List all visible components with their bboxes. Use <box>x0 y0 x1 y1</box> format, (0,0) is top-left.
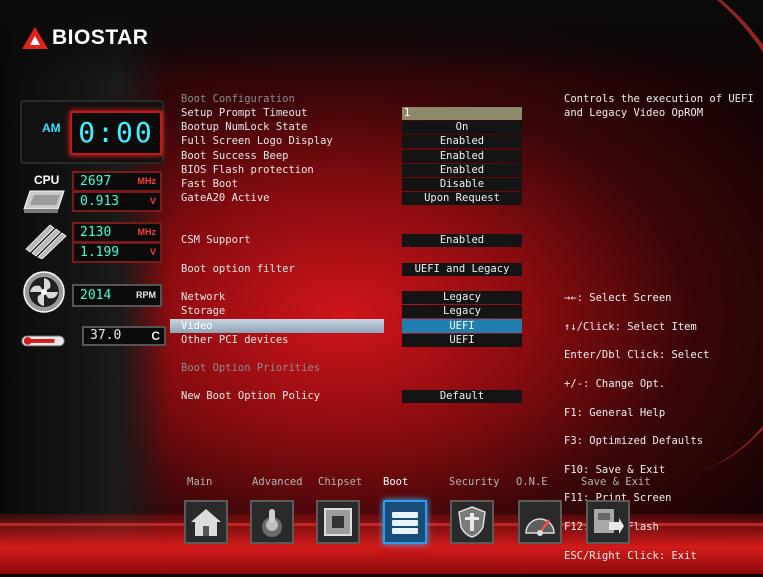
network-value[interactable]: Legacy <box>402 291 522 304</box>
tab-one[interactable]: O.N.E <box>516 476 548 488</box>
boot-configuration-header: Boot Configuration <box>181 93 295 105</box>
help-key-item: +/-: Change Opt. <box>564 378 666 391</box>
tab-main[interactable]: Main <box>187 476 212 488</box>
fan-speed-display: 2014 RPM <box>72 284 162 307</box>
memory-frequency-unit: MHz <box>137 227 157 237</box>
tab-advanced[interactable]: Advanced <box>252 476 303 488</box>
setup-prompt-timeout-input[interactable]: 1 <box>402 107 522 120</box>
memory-voltage-display: 1.199 V <box>72 242 162 263</box>
help-key-item: F10: Save & Exit <box>564 463 666 476</box>
brand-logo: BIOSTAR <box>22 26 148 50</box>
tab-save-exit[interactable]: Save & Exit <box>581 476 651 488</box>
other-pci-devices-label[interactable]: Other PCI devices <box>181 333 288 347</box>
cpu-chip-icon <box>20 180 68 220</box>
boot-option-filter-value[interactable]: UEFI and Legacy <box>402 263 522 276</box>
storage-label[interactable]: Storage <box>181 304 225 318</box>
gatea20-active-label[interactable]: GateA20 Active <box>181 191 270 205</box>
clock-display: 0:00 <box>70 111 162 155</box>
memory-voltage-value: 1.199 <box>80 245 120 260</box>
cpu-voltage-display: 0.913 V <box>72 191 162 212</box>
joystick-icon[interactable] <box>250 500 294 544</box>
video-label[interactable]: Video <box>170 319 384 333</box>
fan-icon <box>20 271 68 313</box>
cpu-frequency-display: 2697 MHz <box>72 171 162 192</box>
speedometer-icon[interactable] <box>518 500 562 544</box>
temperature-value: 37.0 <box>90 328 122 343</box>
help-description: Controls the execution of UEFI and Legac… <box>564 93 754 120</box>
memory-frequency-display: 2130 MHz <box>72 222 162 243</box>
cpu-voltage-unit: V <box>149 196 156 206</box>
csm-support-label[interactable]: CSM Support <box>181 233 251 247</box>
boot-success-beep-label[interactable]: Boot Success Beep <box>181 149 288 163</box>
gatea20-active-value[interactable]: Upon Request <box>402 192 522 205</box>
help-key-item: ESC/Right Click: Exit <box>564 549 697 562</box>
help-key-item: Enter/Dbl Click: Select <box>564 349 710 362</box>
new-boot-option-policy-label[interactable]: New Boot Option Policy <box>181 389 320 403</box>
storage-value[interactable]: Legacy <box>402 305 522 318</box>
full-screen-logo-label[interactable]: Full Screen Logo Display <box>181 134 333 148</box>
help-key-item: ↑↓/Click: Select Item <box>564 320 697 333</box>
boot-drive-icon[interactable] <box>383 500 427 544</box>
home-icon[interactable] <box>184 500 228 544</box>
logo-text: BIOSTAR <box>52 26 149 49</box>
save-exit-icon[interactable] <box>586 500 630 544</box>
cpu-frequency-value: 2697 <box>80 174 112 189</box>
other-pci-devices-value[interactable]: UEFI <box>402 334 522 347</box>
cpu-frequency-unit: MHz <box>137 176 157 186</box>
fast-boot-value[interactable]: Disable <box>402 178 522 191</box>
memory-frequency-value: 2130 <box>80 225 112 240</box>
setup-prompt-timeout-label[interactable]: Setup Prompt Timeout <box>181 106 307 120</box>
fan-speed-value: 2014 <box>80 288 112 303</box>
video-value[interactable]: UEFI <box>402 319 522 333</box>
memory-module-icon <box>20 219 68 259</box>
temperature-unit: C <box>151 329 160 343</box>
bios-flash-protection-label[interactable]: BIOS Flash protection <box>181 163 314 177</box>
logo-triangle-icon <box>22 27 48 49</box>
full-screen-logo-value[interactable]: Enabled <box>402 135 522 148</box>
bootup-numlock-label[interactable]: Bootup NumLock State <box>181 120 307 134</box>
boot-option-priorities-header: Boot Option Priorities <box>181 362 321 374</box>
tab-security[interactable]: Security <box>449 476 500 488</box>
bootup-numlock-value[interactable]: On <box>402 121 522 134</box>
fast-boot-label[interactable]: Fast Boot <box>181 177 238 191</box>
tab-boot[interactable]: Boot <box>383 476 408 488</box>
new-boot-option-policy-value[interactable]: Default <box>402 390 522 403</box>
clock-ampm: AM <box>42 121 61 135</box>
help-key-item: →←: Select Screen <box>564 292 672 305</box>
tab-chipset[interactable]: Chipset <box>318 476 362 488</box>
help-key-item: F3: Optimized Defaults <box>564 435 704 448</box>
chip-icon[interactable] <box>316 500 360 544</box>
security-shield-icon[interactable] <box>450 500 494 544</box>
thermometer-icon <box>20 320 68 360</box>
bios-flash-protection-value[interactable]: Enabled <box>402 164 522 177</box>
temperature-display: 37.0 C <box>82 326 166 346</box>
help-key-item: F1: General Help <box>564 406 666 419</box>
boot-option-filter-label[interactable]: Boot option filter <box>181 262 295 276</box>
memory-voltage-unit: V <box>149 247 156 257</box>
csm-support-value[interactable]: Enabled <box>402 234 522 247</box>
fan-speed-unit: RPM <box>136 290 156 300</box>
boot-success-beep-value[interactable]: Enabled <box>402 150 522 163</box>
cpu-voltage-value: 0.913 <box>80 194 120 209</box>
network-label[interactable]: Network <box>181 290 225 304</box>
